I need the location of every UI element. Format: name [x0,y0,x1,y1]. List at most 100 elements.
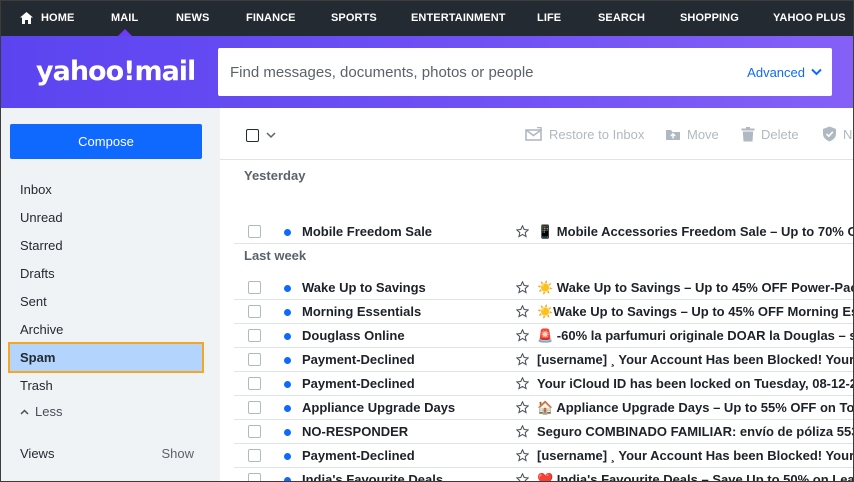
message-sender: NO-RESPONDER [302,424,409,439]
advanced-search-button[interactable]: Advanced [747,48,822,96]
folder-sent[interactable]: Sent [8,287,204,315]
row-checkbox[interactable] [248,425,261,438]
search-box: Advanced [218,48,832,96]
row-checkbox[interactable] [248,225,261,238]
message-row[interactable]: Douglass Online 🚨 -60% la parfumuri orig… [234,324,854,348]
folder-archive[interactable]: Archive [8,315,204,343]
move-button[interactable]: Move [665,108,719,160]
nav-search[interactable]: SEARCH [598,0,645,36]
message-row[interactable]: Morning Essentials ☀️Wake Up to Savings … [234,300,854,324]
nav-home[interactable]: HOME [20,0,74,36]
star-icon[interactable] [516,425,529,438]
move-label: Move [687,126,719,142]
folder-unread[interactable]: Unread [8,203,204,231]
message-row[interactable]: Payment-Declined Your iCloud ID has been… [234,372,854,396]
star-icon[interactable] [516,225,529,238]
select-all-checkbox[interactable] [246,129,259,142]
nav-life[interactable]: LIFE [537,0,561,36]
group-label-last-week: Last week [244,248,307,263]
views-section: Views Show [20,446,194,461]
nav-sports[interactable]: SPORTS [331,0,377,36]
shield-check-icon [823,126,836,142]
star-icon[interactable] [516,401,529,414]
nav-mail[interactable]: MAIL [111,0,138,36]
advanced-label: Advanced [747,64,805,80]
yahoo-mail-logo[interactable]: yahoo!mail [36,54,196,90]
not-spam-button[interactable]: N [822,108,852,160]
delete-button[interactable]: Delete [741,108,799,160]
row-checkbox[interactable] [248,449,261,462]
message-sender: India's Favourite Deals [302,472,444,482]
message-sender: Morning Essentials [302,304,422,319]
select-dropdown-chevron-icon[interactable] [266,129,276,141]
views-label: Views [20,446,55,461]
restore-to-inbox-button[interactable]: Restore to Inbox [525,108,644,160]
folder-trash[interactable]: Trash [8,371,204,399]
message-subject: Your iCloud ID has been locked on Tuesda… [537,376,854,391]
unread-dot-icon [284,381,291,388]
row-checkbox[interactable] [248,329,261,342]
message-subject: Seguro COMBINADO FAMILIAR: envío de póli… [537,424,854,439]
star-icon[interactable] [516,329,529,342]
message-row[interactable]: India's Favourite Deals ❤️ India's Favou… [234,468,854,482]
less-label: Less [35,404,63,419]
message-row[interactable]: Payment-Declined [username] ¸ Your Accou… [234,444,854,468]
chevron-up-icon [20,408,29,415]
delete-label: Delete [761,126,799,142]
folder-drafts[interactable]: Drafts [8,259,204,287]
row-checkbox[interactable] [248,401,261,414]
search-input[interactable] [218,48,728,96]
message-subject: [username] ¸ Your Account Has been Block… [537,352,854,367]
nav-life-label: LIFE [537,12,562,24]
folder-starred[interactable]: Starred [8,231,204,259]
nav-news[interactable]: NEWS [176,0,209,36]
nav-finance[interactable]: FINANCE [246,0,296,36]
message-row[interactable]: Mobile Freedom Sale 📱 Mobile Accessories… [234,220,854,244]
star-icon[interactable] [516,281,529,294]
message-row[interactable]: NO-RESPONDER Seguro COMBINADO FAMILIAR: … [234,420,854,444]
row-checkbox[interactable] [248,305,261,318]
star-icon[interactable] [516,473,529,482]
unread-dot-icon [284,357,291,364]
row-checkbox[interactable] [248,281,261,294]
star-icon[interactable] [516,353,529,366]
row-checkbox[interactable] [248,353,261,366]
row-checkbox[interactable] [248,473,261,482]
folder-spam[interactable]: Spam [8,342,204,373]
unread-dot-icon [284,453,291,460]
nav-yahoo-plus[interactable]: YAHOO PLUS [773,0,846,36]
nav-shopping[interactable]: SHOPPING [680,0,739,36]
message-row[interactable]: Wake Up to Savings ☀️ Wake Up to Savings… [234,276,854,300]
unread-dot-icon [284,405,291,412]
message-subject: 🚨 -60% la parfumuri originale DOAR la Do… [537,328,854,343]
unread-dot-icon [284,429,291,436]
restore-icon [525,127,542,141]
message-subject: 📱 Mobile Accessories Freedom Sale – Up t… [537,224,854,239]
message-list: Yesterday Mobile Freedom Sale 📱 Mobile A… [220,160,854,482]
mail-header: yahoo!mail Advanced [0,36,854,108]
message-subject: 🏠 Appliance Upgrade Days – Up to 55% OFF… [537,400,854,415]
message-row[interactable]: Payment-Declined [username] ¸ Your Accou… [234,348,854,372]
sidebar: Compose Inbox Unread Starred Drafts Sent… [0,108,220,482]
nav-home-label: HOME [41,12,75,24]
nav-entertainment[interactable]: ENTERTAINMENT [411,0,506,36]
nav-news-label: NEWS [176,12,210,24]
message-sender: Payment-Declined [302,376,415,391]
views-show-button[interactable]: Show [161,446,194,461]
star-icon[interactable] [516,449,529,462]
row-checkbox[interactable] [248,377,261,390]
unread-dot-icon [284,477,291,482]
folder-inbox[interactable]: Inbox [8,175,204,203]
star-icon[interactable] [516,305,529,318]
message-sender: Appliance Upgrade Days [302,400,456,415]
compose-button[interactable]: Compose [10,124,202,159]
message-sender: Douglass Online [302,328,405,343]
unread-dot-icon [284,229,291,236]
message-sender: Wake Up to Savings [302,280,426,295]
unread-dot-icon [284,333,291,340]
less-toggle[interactable]: Less [20,404,62,419]
chevron-down-icon [811,68,822,76]
nav-mail-label: MAIL [111,12,139,24]
message-row[interactable]: Appliance Upgrade Days 🏠 Appliance Upgra… [234,396,854,420]
star-icon[interactable] [516,377,529,390]
